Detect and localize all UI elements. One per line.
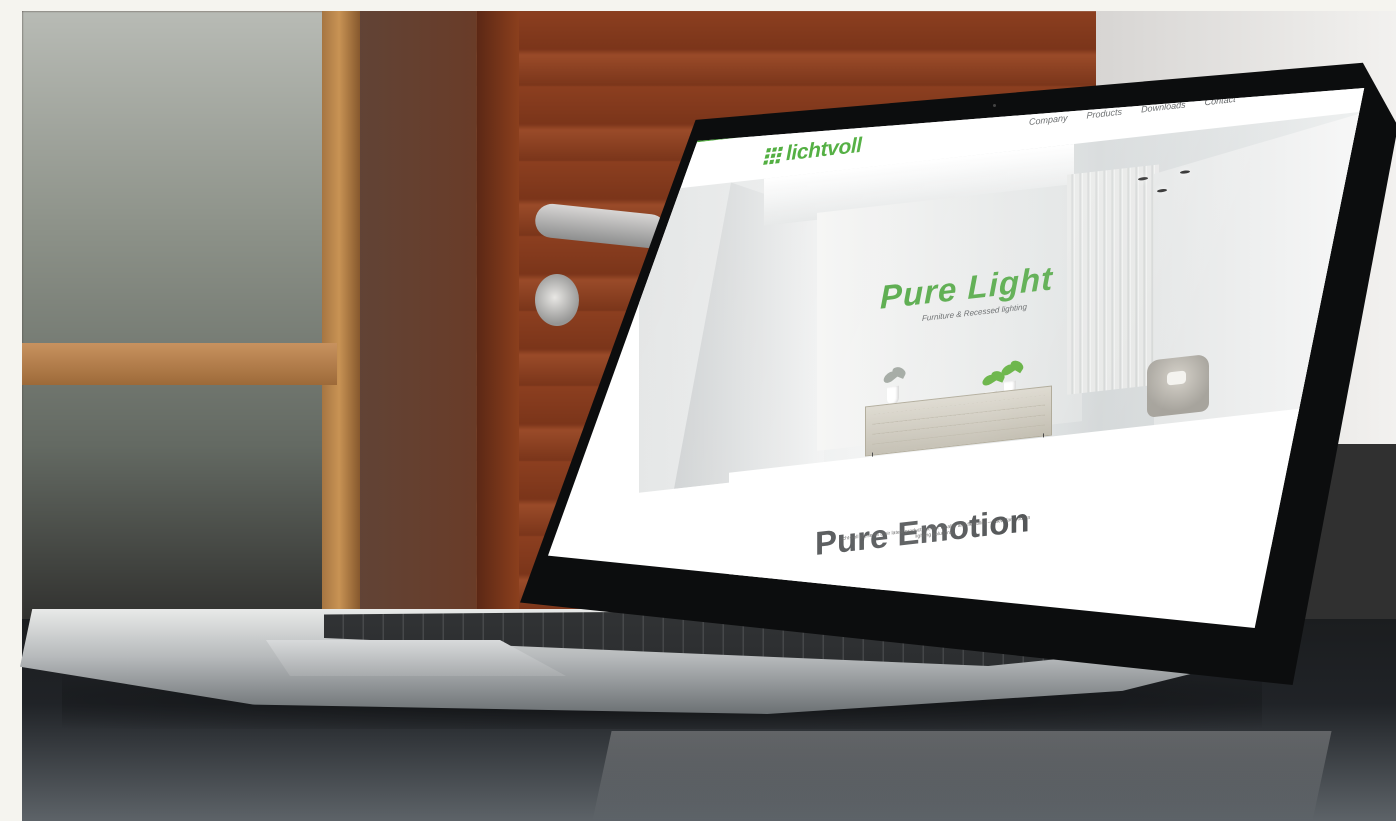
laptop-photo: lichtvoll Company Products Downloads Con… — [0, 0, 1396, 821]
grid-logo-icon — [763, 146, 784, 165]
wood-shelf-post — [322, 11, 360, 631]
light-icon — [1157, 188, 1167, 193]
chair-pillow — [1167, 370, 1186, 386]
blurred-glass-cabinet — [22, 11, 352, 631]
brand-name: lichtvoll — [786, 133, 862, 166]
webcam-icon — [993, 104, 996, 107]
light-icon — [1180, 169, 1190, 175]
door-knob — [535, 274, 579, 326]
light-icon — [1138, 176, 1148, 181]
armchair — [1147, 353, 1209, 418]
wood-shelf — [22, 343, 337, 385]
screen-reflection — [592, 731, 1332, 821]
lichtvoll-logo[interactable]: lichtvoll — [763, 133, 862, 169]
vase-plant-icon — [881, 365, 908, 405]
nav-company[interactable]: Company — [1029, 113, 1068, 127]
door-frame — [477, 11, 519, 626]
